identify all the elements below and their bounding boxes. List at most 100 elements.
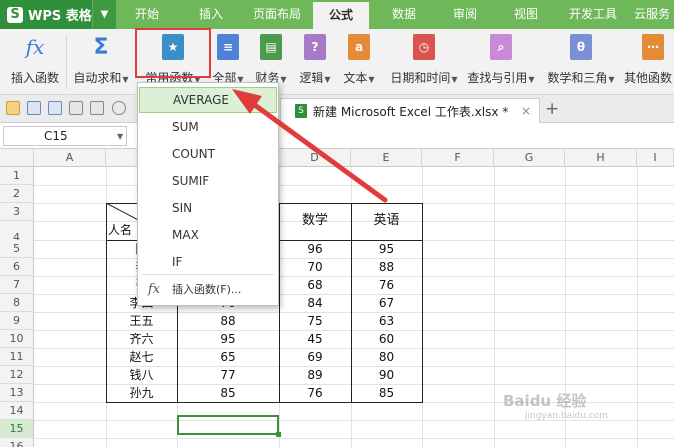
cell-value[interactable]: 88 — [177, 312, 279, 330]
tab-insert[interactable]: 插入 — [186, 0, 236, 29]
math-label: 数学和三角 — [547, 71, 608, 85]
cell-name[interactable]: 赵七 — [106, 348, 177, 366]
autosum-button[interactable]: Σ 自动求和▼ — [70, 29, 132, 95]
row-header[interactable]: 2 — [0, 185, 34, 203]
table-border — [106, 402, 423, 403]
column-header-h[interactable]: H — [565, 149, 637, 167]
close-icon[interactable]: × — [521, 104, 531, 118]
cell-value[interactable]: 68 — [279, 276, 351, 294]
highlight-box — [135, 28, 211, 78]
row-header[interactable]: 8 — [0, 294, 34, 312]
cell-value[interactable]: 80 — [351, 348, 422, 366]
cell-e4-header[interactable]: 英语 — [351, 204, 422, 238]
cell-value[interactable]: 96 — [279, 240, 351, 258]
lookup-functions-button[interactable]: ⌕ 查找与引用▼ — [464, 29, 538, 95]
select-all-corner[interactable] — [0, 149, 34, 167]
cell-name[interactable]: 钱八 — [106, 366, 177, 384]
row-header[interactable]: 11 — [0, 348, 34, 366]
name-box[interactable]: C15 — [3, 126, 127, 146]
cell-value[interactable]: 45 — [279, 330, 351, 348]
new-tab-plus-icon[interactable]: + — [545, 99, 559, 119]
tab-developer[interactable]: 开发工具 — [560, 0, 626, 29]
cell-value[interactable]: 88 — [351, 258, 422, 276]
tab-page-layout[interactable]: 页面布局 — [247, 0, 307, 29]
cell-d4-header[interactable]: 数学 — [279, 204, 351, 238]
cell-value[interactable]: 63 — [351, 312, 422, 330]
math-functions-button[interactable]: θ 数学和三角▼ — [542, 29, 620, 95]
column-header-d[interactable]: D — [279, 149, 351, 167]
cell-value[interactable]: 76 — [351, 276, 422, 294]
cell-value[interactable]: 69 — [279, 348, 351, 366]
column-header-g[interactable]: G — [494, 149, 565, 167]
menu-item-if[interactable]: IF — [139, 249, 277, 275]
row-header-selected[interactable]: 15 — [0, 420, 34, 438]
undo-icon[interactable] — [112, 101, 126, 115]
cell-value[interactable]: 85 — [351, 384, 422, 402]
row-header[interactable]: 13 — [0, 384, 34, 402]
row-header[interactable]: 5 — [0, 240, 34, 258]
row-header[interactable]: 7 — [0, 276, 34, 294]
row-header[interactable]: 10 — [0, 330, 34, 348]
menu-item-insert-function[interactable]: fx 插入函数(F)... — [139, 277, 277, 303]
menu-item-sum[interactable]: SUM — [139, 114, 277, 140]
datetime-functions-button[interactable]: ◷ 日期和时间▼ — [383, 29, 465, 95]
insert-function-button[interactable]: fx 插入函数 — [6, 29, 64, 95]
tab-review[interactable]: 审阅 — [440, 0, 490, 29]
document-tab[interactable]: S 新建 Microsoft Excel 工作表.xlsx * × — [280, 98, 540, 123]
save-as-icon[interactable] — [48, 101, 62, 115]
cell-value[interactable]: 89 — [279, 366, 351, 384]
cell-name[interactable]: 王五 — [106, 312, 177, 330]
fx-icon: fx — [25, 35, 45, 59]
row-header[interactable]: 12 — [0, 366, 34, 384]
row-header[interactable]: 9 — [0, 312, 34, 330]
tab-cloud[interactable]: 云服务 — [634, 0, 674, 29]
cell-value[interactable]: 70 — [279, 258, 351, 276]
tab-view[interactable]: 视图 — [501, 0, 551, 29]
cell-value[interactable]: 77 — [177, 366, 279, 384]
cell-value[interactable]: 65 — [177, 348, 279, 366]
menu-item-sumif[interactable]: SUMIF — [139, 168, 277, 194]
selected-cell-c15[interactable] — [177, 415, 281, 437]
text-functions-button[interactable]: a 文本▼ — [339, 29, 379, 95]
cell-value[interactable]: 95 — [177, 330, 279, 348]
cell-value[interactable]: 67 — [351, 294, 422, 312]
tab-formula[interactable]: 公式 — [313, 0, 369, 29]
column-header-i[interactable]: I — [637, 149, 674, 167]
lookup-label: 查找与引用 — [467, 71, 528, 85]
ribbon-divider — [66, 35, 67, 89]
chevron-down-icon[interactable]: ▼ — [117, 132, 123, 141]
menu-item-average[interactable]: AVERAGE — [139, 87, 277, 113]
row-header[interactable]: 16 — [0, 438, 34, 447]
menu-item-max[interactable]: MAX — [139, 222, 277, 248]
open-folder-icon[interactable] — [6, 101, 20, 115]
tab-data[interactable]: 数据 — [379, 0, 429, 29]
print-preview-icon[interactable] — [90, 101, 104, 115]
cell-value[interactable]: 75 — [279, 312, 351, 330]
row-header[interactable]: 3 — [0, 203, 34, 221]
save-icon[interactable] — [27, 101, 41, 115]
cell-value[interactable]: 95 — [351, 240, 422, 258]
menu-item-count[interactable]: COUNT — [139, 141, 277, 167]
column-header-f[interactable]: F — [422, 149, 494, 167]
logic-functions-button[interactable]: ? 逻辑▼ — [295, 29, 335, 95]
column-header-a[interactable]: A — [34, 149, 106, 167]
cell-value[interactable]: 60 — [351, 330, 422, 348]
row-header[interactable]: 6 — [0, 258, 34, 276]
row-header[interactable]: 1 — [0, 167, 34, 185]
cell-value[interactable]: 85 — [177, 384, 279, 402]
cell-value[interactable]: 84 — [279, 294, 351, 312]
app-menu-chevron-down-icon[interactable]: ▼ — [92, 0, 116, 29]
cell-name[interactable]: 孙九 — [106, 384, 177, 402]
row-header[interactable]: 14 — [0, 402, 34, 420]
menu-item-sin[interactable]: SIN — [139, 195, 277, 221]
app-menu-button[interactable]: S WPS 表格 — [0, 0, 92, 29]
tab-home[interactable]: 开始 — [122, 0, 172, 29]
other-functions-button[interactable]: ⋯ 其他函数 — [624, 29, 674, 95]
cell-value[interactable]: 90 — [351, 366, 422, 384]
chevron-down-icon: ▼ — [528, 75, 535, 84]
print-icon[interactable] — [69, 101, 83, 115]
cell-value[interactable]: 76 — [279, 384, 351, 402]
cell-name[interactable]: 齐六 — [106, 330, 177, 348]
fill-handle[interactable] — [276, 432, 281, 437]
column-header-e[interactable]: E — [351, 149, 422, 167]
